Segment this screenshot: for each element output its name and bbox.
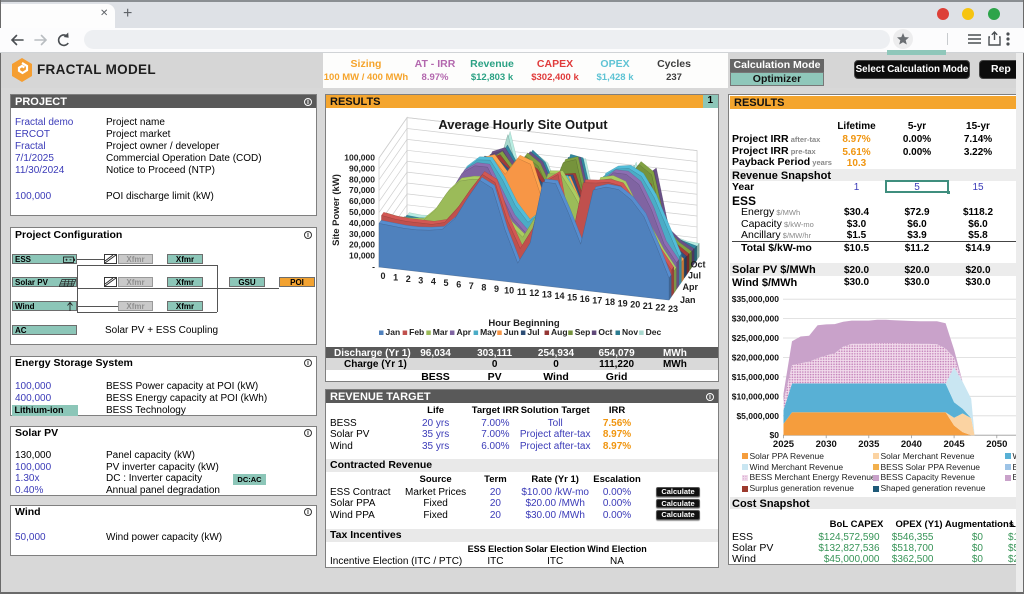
svg-text:16: 16 bbox=[580, 294, 590, 304]
svg-text:14: 14 bbox=[554, 291, 564, 301]
svg-text:4: 4 bbox=[431, 276, 436, 286]
svg-text:10,000: 10,000 bbox=[349, 250, 375, 260]
svg-text:$25,000,000: $25,000,000 bbox=[732, 333, 780, 343]
svg-text:$30,000,000: $30,000,000 bbox=[732, 314, 780, 324]
svg-text:9: 9 bbox=[494, 283, 499, 293]
svg-text:Jun: Jun bbox=[504, 327, 519, 337]
svg-text:20: 20 bbox=[630, 299, 640, 309]
svg-text:$20,000,000: $20,000,000 bbox=[732, 353, 780, 363]
svg-text:Average Hourly Site Output: Average Hourly Site Output bbox=[438, 117, 608, 132]
svg-text:Aug: Aug bbox=[551, 327, 568, 337]
svg-text:13: 13 bbox=[542, 289, 552, 299]
svg-text:20,000: 20,000 bbox=[349, 239, 375, 249]
svg-text:3: 3 bbox=[418, 275, 423, 285]
svg-text:23: 23 bbox=[668, 304, 678, 314]
svg-text:Jan: Jan bbox=[386, 327, 401, 337]
svg-text:Oct: Oct bbox=[691, 259, 706, 269]
svg-text:1: 1 bbox=[393, 272, 398, 282]
svg-text:2045: 2045 bbox=[944, 439, 966, 450]
svg-text:Jul: Jul bbox=[527, 327, 539, 337]
svg-text:40,000: 40,000 bbox=[349, 217, 375, 227]
svg-text:100,000: 100,000 bbox=[344, 152, 375, 162]
svg-text:$5,000,000: $5,000,000 bbox=[736, 411, 779, 421]
svg-text:17: 17 bbox=[592, 295, 602, 305]
svg-text:2035: 2035 bbox=[858, 439, 880, 450]
svg-text:Oct: Oct bbox=[598, 327, 612, 337]
svg-text:Mar: Mar bbox=[433, 327, 449, 337]
svg-text:50,000: 50,000 bbox=[349, 207, 375, 217]
svg-text:30,000: 30,000 bbox=[349, 228, 375, 238]
svg-text:60,000: 60,000 bbox=[349, 196, 375, 206]
svg-text:18: 18 bbox=[605, 296, 615, 306]
svg-text:22: 22 bbox=[655, 302, 665, 312]
svg-text:6: 6 bbox=[456, 279, 461, 289]
svg-text:2025: 2025 bbox=[773, 439, 795, 450]
svg-text:21: 21 bbox=[643, 301, 653, 311]
svg-text:$15,000,000: $15,000,000 bbox=[732, 372, 780, 382]
svg-text:$35,000,000: $35,000,000 bbox=[732, 294, 780, 304]
svg-text:Apr: Apr bbox=[456, 327, 471, 337]
svg-text:12: 12 bbox=[529, 288, 539, 298]
svg-text:Apr: Apr bbox=[683, 282, 699, 292]
svg-text:Site Power (kW): Site Power (kW) bbox=[331, 174, 342, 246]
svg-text:Jul: Jul bbox=[688, 270, 701, 280]
svg-text:7: 7 bbox=[469, 281, 474, 291]
svg-text:90,000: 90,000 bbox=[349, 163, 375, 173]
svg-text:5: 5 bbox=[443, 278, 448, 288]
svg-text:11: 11 bbox=[517, 286, 527, 296]
svg-text:10: 10 bbox=[504, 285, 514, 295]
svg-text:2030: 2030 bbox=[816, 439, 837, 450]
svg-text:Sep: Sep bbox=[575, 327, 591, 337]
svg-text:70,000: 70,000 bbox=[349, 185, 375, 195]
svg-text:80,000: 80,000 bbox=[349, 174, 375, 184]
svg-text:Hour Beginning: Hour Beginning bbox=[488, 318, 559, 329]
svg-text:8: 8 bbox=[481, 282, 486, 292]
svg-text:Dec: Dec bbox=[646, 327, 662, 337]
svg-text:2040: 2040 bbox=[901, 439, 922, 450]
svg-text:2: 2 bbox=[406, 273, 411, 283]
svg-text:-: - bbox=[372, 261, 375, 271]
svg-text:15: 15 bbox=[567, 292, 577, 302]
svg-text:2050: 2050 bbox=[986, 439, 1007, 450]
svg-text:Feb: Feb bbox=[409, 327, 424, 337]
svg-text:Nov: Nov bbox=[622, 327, 638, 337]
svg-text:$10,000,000: $10,000,000 bbox=[732, 391, 780, 401]
svg-text:0: 0 bbox=[380, 271, 385, 281]
svg-text:19: 19 bbox=[618, 298, 628, 308]
svg-text:Jan: Jan bbox=[680, 295, 696, 305]
svg-text:May: May bbox=[480, 327, 497, 337]
